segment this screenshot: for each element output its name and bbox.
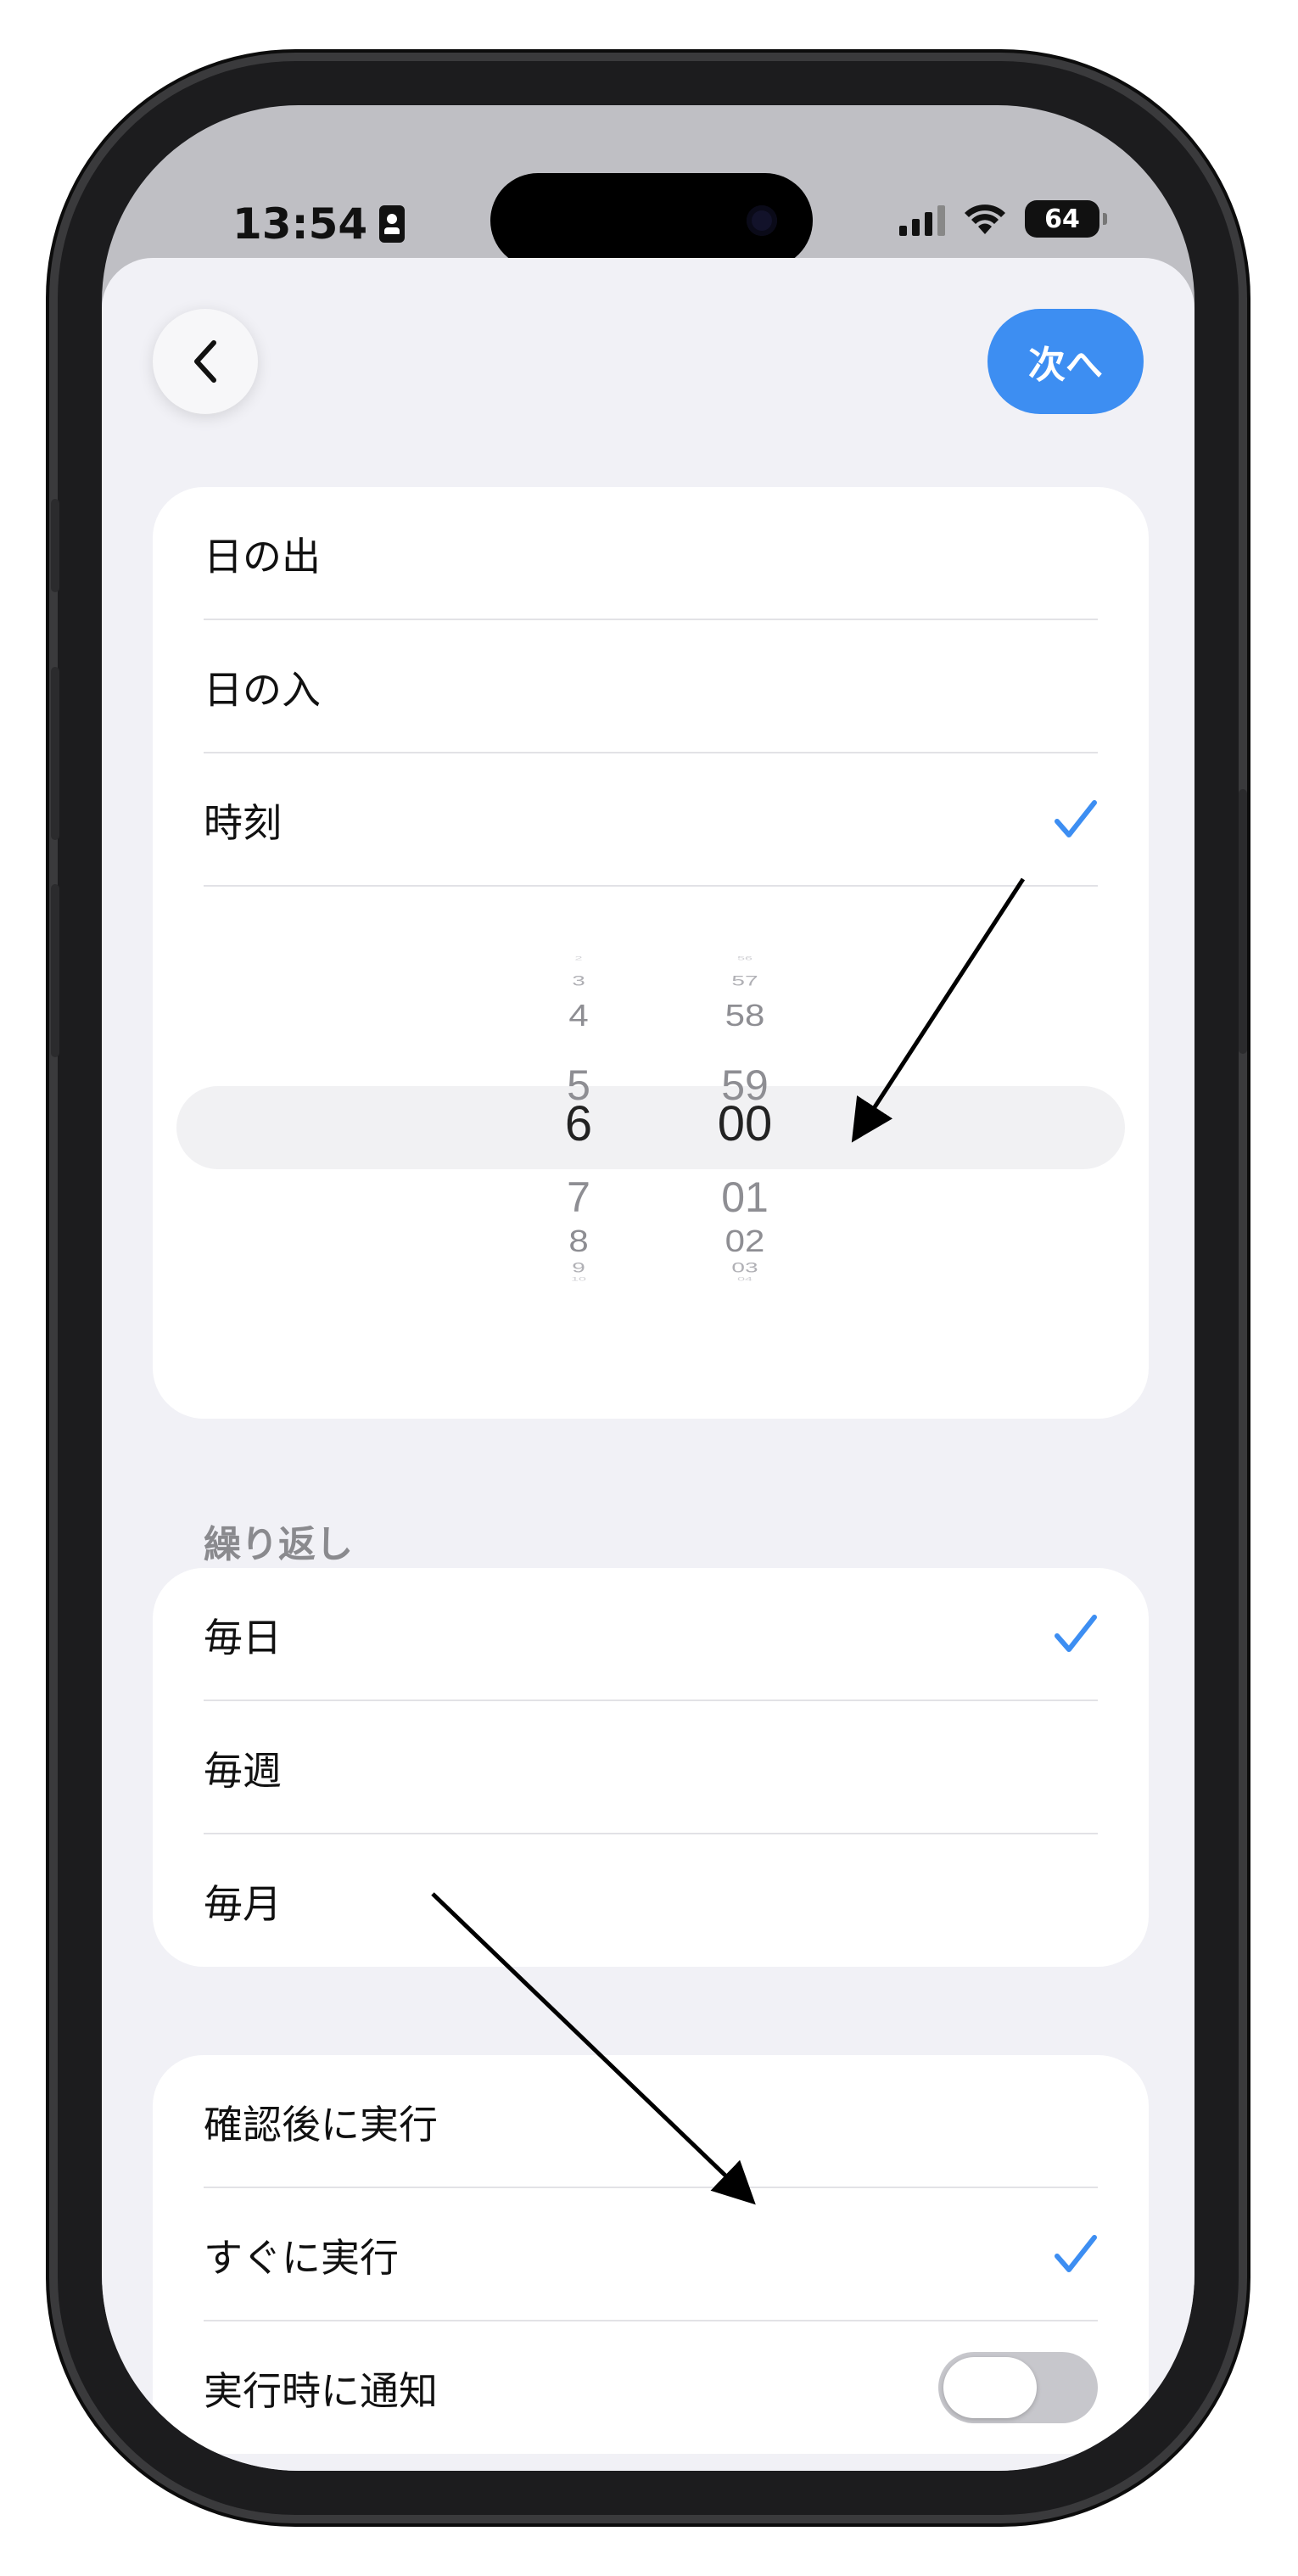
trigger-card: 日の出 日の入 時刻 2 3 4 5 6 7 8 9 10 56 57 58 59 00 01 02 03 04 <box>153 487 1149 1419</box>
option-sunset[interactable]: 日の入 <box>204 620 1098 753</box>
repeat-section-header: 繰り返し <box>204 1523 353 1566</box>
checkmark-icon <box>1054 2234 1098 2275</box>
status-time-text: 13:54 <box>232 199 368 249</box>
action-button[interactable] <box>51 499 59 592</box>
option-label: すぐに実行 <box>204 2235 399 2281</box>
time-picker-selection-band <box>176 1086 1125 1169</box>
hour-picker-selected[interactable]: 6 <box>519 1100 638 1149</box>
hour-picker-option[interactable]: 10 <box>519 1277 638 1282</box>
minute-picker-option[interactable]: 03 <box>685 1260 804 1275</box>
status-bar: 13:54 64 <box>102 105 1194 268</box>
hour-picker-option[interactable]: 2 <box>519 956 638 961</box>
option-sunrise[interactable]: 日の出 <box>204 487 1098 619</box>
option-label: 日の出 <box>204 534 321 580</box>
option-label: 毎月 <box>204 1881 282 1927</box>
back-chevron-icon <box>194 340 216 383</box>
option-label: 日の入 <box>204 667 321 713</box>
toggle-knob <box>943 2357 1037 2418</box>
minute-picker-option[interactable]: 04 <box>685 1277 804 1282</box>
back-button[interactable] <box>153 309 258 414</box>
hour-picker-option[interactable]: 4 <box>519 1000 638 1031</box>
notify-label: 実行時に通知 <box>204 2368 438 2414</box>
minute-picker-option[interactable]: 56 <box>685 956 804 961</box>
run-mode-card: 確認後に実行 すぐに実行 実行時に通知 <box>153 2055 1149 2454</box>
volume-down-button[interactable] <box>51 884 59 1057</box>
run-option-confirm[interactable]: 確認後に実行 <box>204 2055 1098 2187</box>
minute-picker-option[interactable]: 01 <box>685 1176 804 1218</box>
battery-icon: 64 <box>1025 200 1107 238</box>
phone-frame: 13:54 64 次へ 日の出 日の入 時刻 2 3 4 5 6 7 8 9 1… <box>58 61 1239 2515</box>
minute-picker-selected[interactable]: 00 <box>685 1100 804 1149</box>
minute-picker-option[interactable]: 58 <box>685 1000 804 1031</box>
minute-picker-option[interactable]: 57 <box>685 973 804 988</box>
repeat-option-weekly[interactable]: 毎週 <box>204 1701 1098 1834</box>
status-time: 13:54 <box>232 199 406 249</box>
front-camera <box>747 205 777 236</box>
option-label: 時刻 <box>204 800 282 846</box>
hour-picker-option[interactable]: 7 <box>519 1176 638 1218</box>
hour-picker-option[interactable]: 3 <box>519 973 638 988</box>
volume-up-button[interactable] <box>51 667 59 840</box>
minute-picker-option[interactable]: 02 <box>685 1226 804 1257</box>
hour-picker-option[interactable]: 8 <box>519 1226 638 1257</box>
notify-toggle[interactable] <box>938 2352 1098 2423</box>
checkmark-icon <box>1054 799 1098 840</box>
dynamic-island <box>490 173 813 268</box>
next-button[interactable]: 次へ <box>987 309 1144 414</box>
battery-level: 64 <box>1044 204 1080 234</box>
repeat-option-daily[interactable]: 毎日 <box>204 1568 1098 1700</box>
hour-picker-option[interactable]: 9 <box>519 1260 638 1275</box>
repeat-card: 毎日 毎週 毎月 <box>153 1568 1149 1967</box>
side-button[interactable] <box>1239 789 1247 1054</box>
id-card-icon <box>379 205 406 243</box>
schedule-sheet: 次へ 日の出 日の入 時刻 2 3 4 56 7 8 9 10 56 57 58 59 0… <box>102 258 1194 2471</box>
option-label: 毎週 <box>204 1748 282 1794</box>
divider <box>204 885 1098 887</box>
cellular-signal-icon <box>899 202 945 236</box>
run-option-immediate[interactable]: すぐに実行 <box>204 2188 1098 2321</box>
option-label: 確認後に実行 <box>204 2102 438 2148</box>
screen: 13:54 64 次へ 日の出 日の入 時刻 2 3 4 5 6 7 8 9 1… <box>102 105 1194 2471</box>
option-label: 毎日 <box>204 1615 282 1660</box>
status-icons: 64 <box>899 193 1107 244</box>
option-time[interactable]: 時刻 <box>204 753 1098 886</box>
notify-row: 実行時に通知 <box>204 2321 1098 2454</box>
wifi-icon <box>965 204 1005 234</box>
repeat-option-monthly[interactable]: 毎月 <box>204 1834 1098 1967</box>
checkmark-icon <box>1054 1614 1098 1655</box>
